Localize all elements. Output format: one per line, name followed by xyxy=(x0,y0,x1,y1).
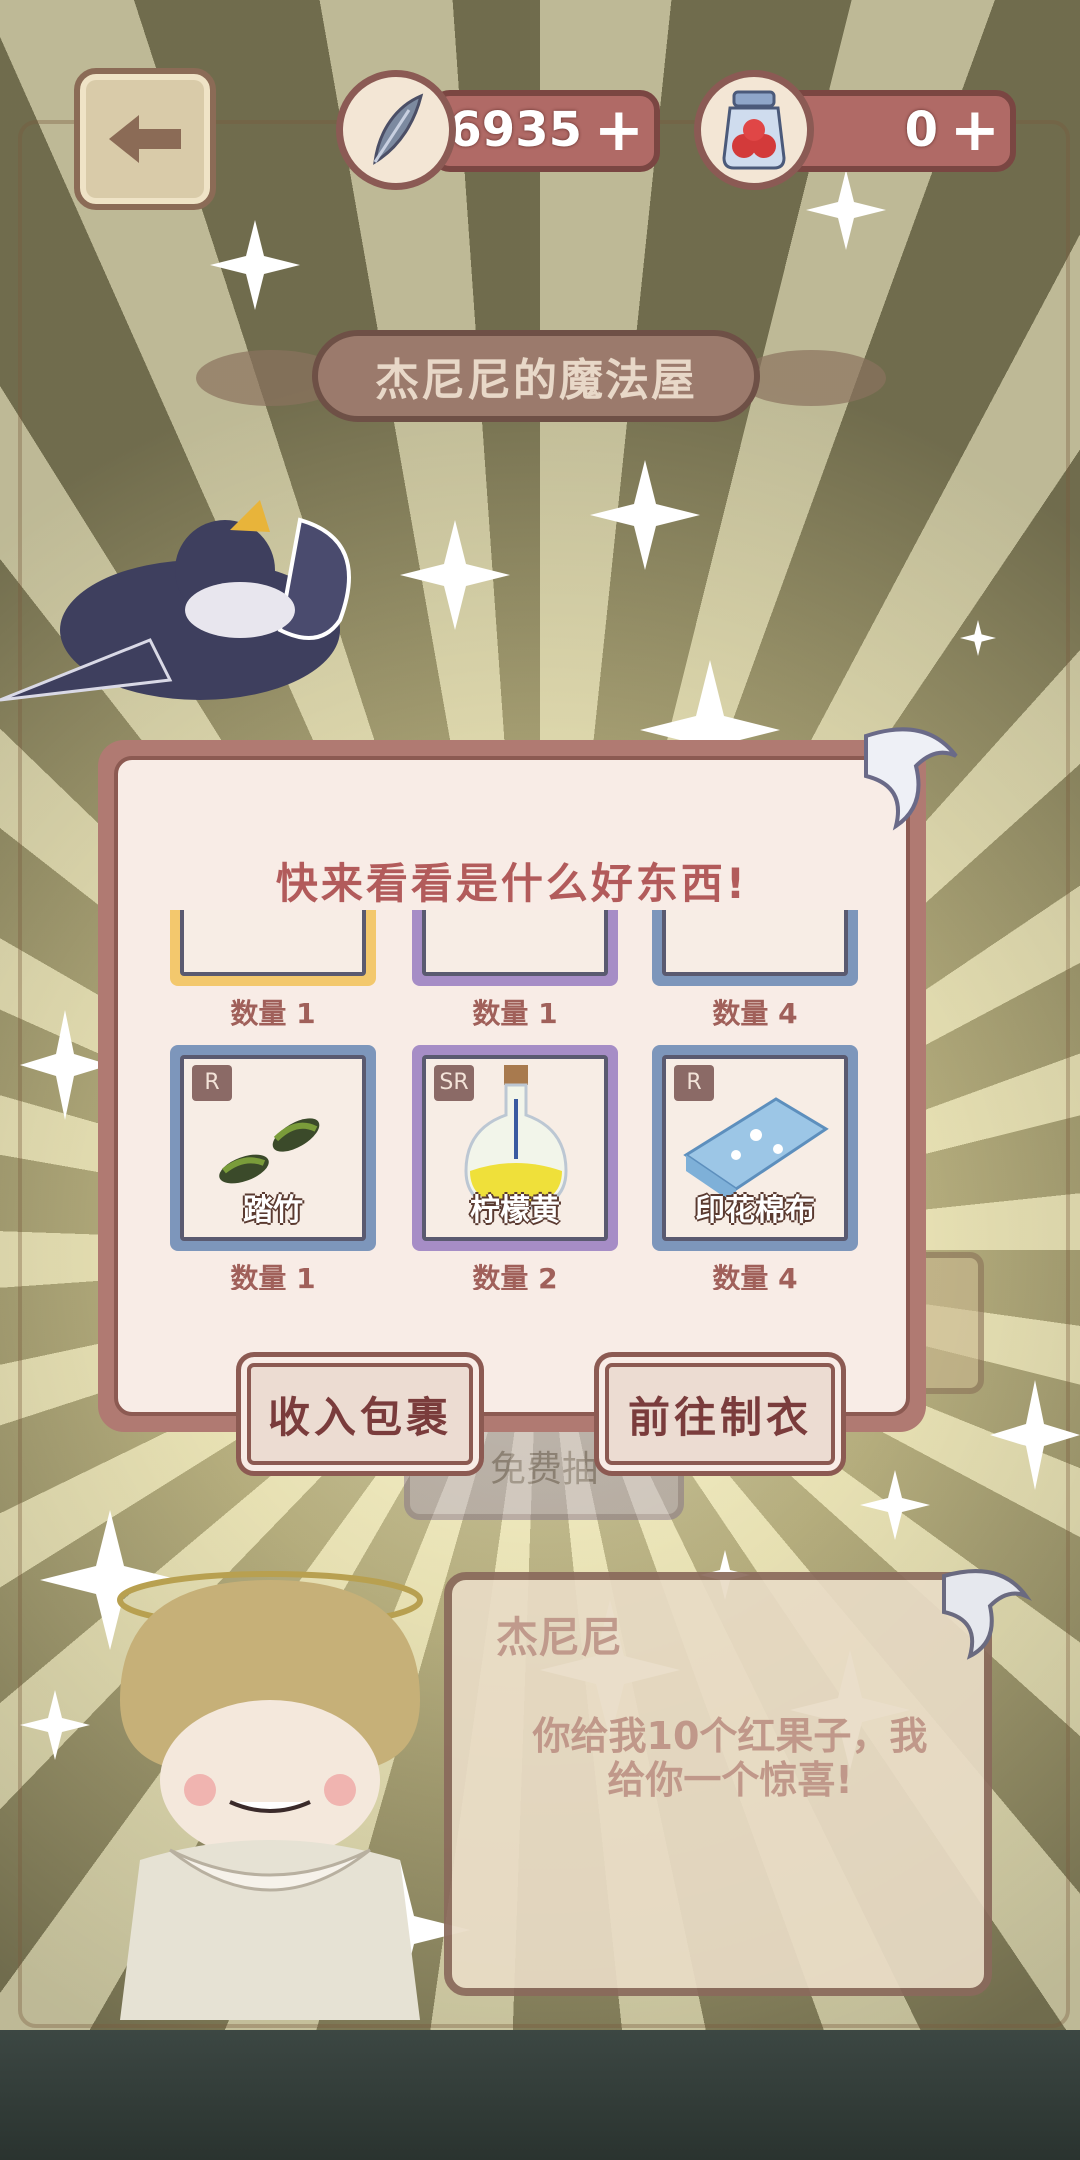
reward-item[interactable]: SR 柠檬黄 数量 2 xyxy=(412,1045,618,1290)
house-title-banner: 杰尼尼的魔法屋 xyxy=(312,330,760,422)
item-quantity: 数量 4 xyxy=(712,1262,798,1290)
magpie-bird-illustration xyxy=(0,500,351,702)
item-quantity: 数量 1 xyxy=(230,1262,316,1290)
house-title: 杰尼尼的魔法屋 xyxy=(375,355,697,406)
reward-item[interactable]: 数量 4 xyxy=(652,910,858,1032)
item-name: 踏竹 xyxy=(243,1193,303,1228)
bottom-decoration xyxy=(0,2030,1080,2160)
item-card: R 印花棉布 xyxy=(652,1045,858,1251)
item-quantity: 数量 1 xyxy=(472,997,558,1030)
add-fruit-button[interactable]: + xyxy=(950,98,1000,162)
item-quantity: 数量 4 xyxy=(712,997,798,1030)
fruit-count: 0 xyxy=(904,102,938,158)
jenini-character-illustration xyxy=(117,1571,423,2020)
reward-dialog-panel: 快来看看是什么好东西! 数量 1 数量 1 数量 4 R 踏竹 数量 1 SR … xyxy=(114,756,910,1416)
npc-message: 你给我10个红果子，我给你一个惊喜! xyxy=(532,1714,928,1802)
item-card xyxy=(170,910,376,986)
feather-counter: 6935 + xyxy=(430,90,660,172)
reward-item-grid[interactable]: 数量 1 数量 1 数量 4 R 踏竹 数量 1 SR 柠檬黄 数量 2 R 印… xyxy=(170,910,860,1290)
back-arrow-icon xyxy=(109,115,181,163)
go-make-clothes-button[interactable]: 前往制衣 xyxy=(594,1352,846,1476)
back-button[interactable] xyxy=(74,68,216,210)
item-quantity: 数量 1 xyxy=(230,997,316,1030)
item-name: 柠檬黄 xyxy=(470,1193,560,1228)
reward-item[interactable]: R 踏竹 数量 1 xyxy=(170,1045,376,1290)
item-card xyxy=(652,910,858,986)
item-card: SR 柠檬黄 xyxy=(412,1045,618,1251)
feather-count: 6935 xyxy=(448,102,582,158)
npc-name: 杰尼尼 xyxy=(496,1613,623,1662)
feather-icon xyxy=(336,70,456,190)
reward-item[interactable]: 数量 1 xyxy=(170,910,376,1032)
collect-to-bag-button[interactable]: 收入包裹 xyxy=(236,1352,484,1476)
dialog-corner-ornament xyxy=(864,727,958,831)
reward-dialog: 快来看看是什么好东西! 数量 1 数量 1 数量 4 R 踏竹 数量 1 SR … xyxy=(98,740,926,1432)
add-feather-button[interactable]: + xyxy=(594,98,644,162)
reward-item[interactable]: R 印花棉布 数量 4 xyxy=(652,1045,858,1290)
item-name: 印花棉布 xyxy=(695,1193,815,1228)
fruit-counter: 0 + xyxy=(780,90,1016,172)
item-quantity: 数量 2 xyxy=(472,1262,558,1290)
dialog-title: 快来看看是什么好东西! xyxy=(275,859,749,908)
reward-item[interactable]: 数量 1 xyxy=(412,910,618,1032)
red-fruit-jar-icon xyxy=(694,70,814,190)
item-card xyxy=(412,910,618,986)
item-card: R 踏竹 xyxy=(170,1045,376,1251)
speech-box-ornament xyxy=(942,1569,1032,1660)
